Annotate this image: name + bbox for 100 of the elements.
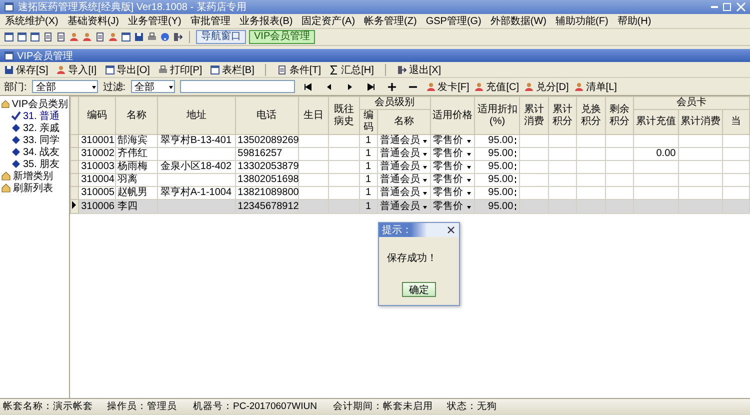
column-header[interactable]: 适用价格 [430, 96, 475, 134]
department-dropdown[interactable]: 全部 [32, 80, 98, 93]
tree-item[interactable]: 刷新列表 [1, 182, 68, 194]
card-action-button[interactable]: 清单[L] [574, 80, 617, 94]
status-text: 会计期间：帐套未启用 [333, 401, 434, 413]
status-text: 机器号：PC-20170607WIUN [193, 401, 318, 413]
column-header[interactable]: 累计充值 [634, 110, 678, 134]
department-label: 部门: [4, 80, 27, 94]
document-icon [95, 32, 105, 42]
column-header[interactable]: 电话 [235, 96, 298, 134]
tree-item[interactable]: 33. 同学 [11, 134, 68, 146]
column-header[interactable]: 编码 [78, 96, 116, 134]
toolbar-button[interactable]: 导入[I] [56, 62, 97, 76]
toolbar-button[interactable]: 表栏[B] [210, 62, 254, 76]
window-tab[interactable]: VIP会员管理 [249, 30, 316, 44]
house-icon [1, 99, 10, 109]
document-icon [56, 32, 66, 42]
column-header[interactable]: 剩余积分 [605, 96, 634, 134]
person-icon [474, 82, 484, 92]
window-icon [104, 64, 115, 74]
dialog-title: 提示： [382, 224, 412, 237]
column-header[interactable]: 编码 [359, 110, 378, 134]
exit-icon [396, 64, 407, 74]
spin-icon [514, 188, 518, 198]
close-icon [446, 225, 456, 235]
column-header[interactable]: 名称 [377, 110, 430, 134]
person-icon [56, 64, 66, 74]
column-header[interactable]: 适用折扣(%) [474, 96, 520, 134]
close-icon [736, 2, 746, 12]
menu-item[interactable]: 业务报表(B) [239, 14, 293, 28]
tree-item[interactable]: 31. 普通 [11, 110, 68, 122]
toolbar-button[interactable]: 退出[X] [396, 62, 442, 76]
person-icon [108, 32, 118, 42]
check-icon [11, 111, 21, 121]
card-action-button[interactable]: 充值[C] [474, 80, 520, 94]
column-header[interactable]: 名称 [115, 96, 158, 134]
filter-dropdown[interactable]: 全部 [130, 80, 175, 93]
window-icon [17, 32, 27, 42]
table-cell: 310006 [78, 200, 116, 214]
window-icon [4, 32, 14, 42]
column-header[interactable]: 既往病史 [328, 96, 360, 134]
exit-icon [173, 32, 183, 42]
window-icon [121, 32, 131, 42]
card-action-button[interactable]: 兑分[D] [524, 80, 569, 94]
spin-icon [514, 162, 518, 172]
printer-icon [147, 32, 157, 42]
person-icon [524, 82, 534, 92]
skip-forward-icon [366, 82, 376, 92]
minimize-icon [711, 6, 718, 8]
toolbar-button[interactable]: 导出[O] [104, 62, 150, 76]
column-header[interactable]: 兑换积分 [576, 96, 606, 134]
dropdown-cell[interactable]: 零售价 [430, 200, 475, 214]
tree-item[interactable]: 35. 朋友 [11, 158, 68, 170]
spin-icon [514, 149, 518, 159]
menu-item[interactable]: 帐务管理(Z) [364, 14, 417, 28]
menu-item[interactable]: 业务管理(Y) [128, 14, 182, 28]
column-header[interactable]: 生日 [298, 96, 329, 134]
menu-item[interactable]: 固定资产(A) [302, 14, 356, 28]
person-icon [426, 82, 436, 92]
tree-item[interactable]: 32. 亲戚 [11, 122, 68, 134]
plus-icon [386, 82, 397, 92]
window-tab[interactable]: 导航窗口 [196, 30, 246, 44]
window-icon [210, 64, 220, 74]
status-text: 状态：无狗 [447, 401, 498, 413]
column-header[interactable]: 累计消费 [520, 96, 548, 134]
column-header[interactable]: 当 [722, 110, 750, 134]
person-icon [574, 82, 584, 92]
menu-item[interactable]: GSP管理(G) [426, 14, 482, 28]
filter-input[interactable] [180, 80, 295, 93]
column-header[interactable]: 累计消费 [678, 110, 723, 134]
document-icon [43, 32, 53, 42]
menu-item[interactable]: 系统维护(X) [5, 14, 58, 28]
ok-button[interactable]: 确定 [402, 282, 436, 297]
menu-item[interactable]: 帮助(H) [617, 14, 652, 28]
card-action-button[interactable]: 发卡[F] [426, 80, 470, 94]
window-icon [4, 2, 14, 12]
window-icon [4, 50, 14, 60]
maximize-icon [722, 2, 732, 12]
toolbar-button[interactable]: 打印[P] [158, 62, 202, 76]
menu-item[interactable]: 辅助功能(F) [556, 14, 608, 28]
column-header[interactable]: 累计积分 [548, 96, 577, 134]
menu-item[interactable]: 审批管理 [190, 14, 230, 28]
column-header[interactable]: 地址 [158, 96, 236, 134]
window-icon [30, 32, 40, 42]
column-group-header: 会员卡 [634, 96, 750, 110]
child-window-title: VIP会员管理 [17, 50, 74, 62]
printer-icon [158, 64, 168, 74]
toolbar-button[interactable]: 条件[T] [277, 62, 322, 76]
tree-item[interactable]: VIP会员类别 [1, 98, 68, 110]
toolbar-button[interactable]: 保存[S] [4, 62, 48, 76]
toolbar-button[interactable]: 汇总[H] [329, 62, 374, 76]
menu-item[interactable]: 外部数据(W) [490, 14, 546, 28]
spin-cell[interactable]: 95.00 [474, 200, 520, 214]
table-cell: 李四 [115, 200, 158, 214]
tree-item[interactable]: 34. 战友 [11, 146, 68, 158]
person-icon [69, 32, 79, 42]
tree-item[interactable]: 新增类别 [1, 170, 68, 182]
status-text: 帐套名称：演示帐套 [3, 401, 94, 413]
menu-item[interactable]: 基础资料(J) [67, 14, 120, 28]
dropdown-cell[interactable]: 普通会员 [377, 200, 430, 214]
